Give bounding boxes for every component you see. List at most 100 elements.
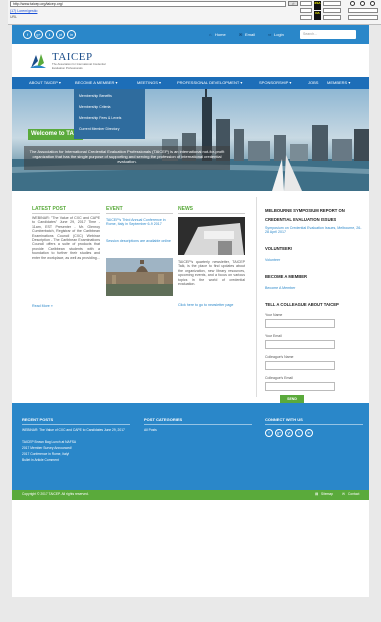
divider — [265, 424, 363, 425]
news-body: TAICEP's quarterly newsletter, TAICEP Ta… — [178, 260, 245, 287]
melbourne-report-heading: MELBOURNE SYMPOSIUM REPORT ON CREDENTIAL… — [265, 208, 345, 222]
become-member-link[interactable]: Become A Member — [265, 286, 295, 290]
event-link[interactable]: TAICEP's Third Annual Conference in Rome… — [106, 218, 173, 227]
skyline-image — [12, 89, 369, 191]
recent-post-1[interactable]: WEBINAR: The Value of CXC and CAPE to Ca… — [22, 427, 132, 433]
melbourne-report-link[interactable]: Symposium on Credential Evaluation Issue… — [265, 226, 363, 235]
status-tag: XSA — [314, 1, 321, 10]
settings-icon[interactable] — [350, 1, 355, 6]
contact-link[interactable]: Contact — [348, 492, 359, 496]
connect-heading: CONNECT WITH US — [265, 417, 303, 422]
twitter-icon[interactable]: t — [295, 429, 303, 437]
colleague-name-input[interactable] — [265, 361, 335, 370]
nav-about[interactable]: ABOUT TAICEP ▾ — [29, 77, 61, 89]
tell-colleague-heading: TELL A COLLEAGUE ABOUT TAICEP — [265, 302, 339, 307]
nav-become-member[interactable]: BECOME A MEMBER ▾ — [75, 77, 117, 89]
colleague-name-label: Colleague's Name — [265, 355, 294, 359]
linkedin-icon[interactable]: in — [67, 30, 76, 39]
go-button[interactable]: ⏎ — [288, 1, 298, 6]
small-field[interactable] — [300, 1, 312, 6]
your-name-label: Your Name — [265, 313, 283, 317]
nav-professional-development[interactable]: PROFESSIONAL DEVELOPMENT ▾ — [177, 77, 242, 89]
dropdown-membership-benefits[interactable]: Membership Benefits — [79, 94, 112, 98]
status-tag-2: DA — [314, 11, 321, 20]
nav-sponsorship[interactable]: SPONSORSHIP ▾ — [259, 77, 291, 89]
linkedin-icon[interactable]: in — [305, 429, 313, 437]
volunteer-heading: VOLUNTEER! — [265, 246, 293, 251]
facebook-icon[interactable]: f — [23, 30, 32, 39]
progress-field[interactable] — [348, 15, 378, 20]
twitter-icon[interactable]: t — [45, 30, 54, 39]
latest-post-body: WEBINAR: "The Value of CXC and CAPE to C… — [32, 216, 100, 260]
divider — [106, 213, 173, 214]
colleague-email-label: Colleague's Email — [265, 376, 293, 380]
column-divider — [256, 197, 257, 397]
home-icon: ⌂ — [209, 32, 212, 37]
dropdown-member-directory[interactable]: Current Member Directory — [79, 127, 119, 131]
logo-subtitle: The Association for International Creden… — [52, 62, 106, 70]
site-search-input[interactable]: Search... — [300, 30, 356, 39]
menu-icon[interactable] — [370, 1, 375, 6]
main-nav: ABOUT TAICEP ▾ BECOME A MEMBER ▾ MEETING… — [12, 77, 369, 89]
sitemap-link[interactable]: Sitemap — [321, 492, 333, 496]
nav-jobs[interactable]: JOBS — [308, 77, 318, 89]
login-link[interactable]: Login — [274, 32, 284, 37]
hero-description: The Association for International Creden… — [24, 146, 230, 170]
logo-icon[interactable] — [28, 51, 48, 71]
divider — [178, 213, 245, 214]
news-heading: NEWS — [178, 206, 193, 212]
footer: RECENT POSTS WEBINAR: The Value of CXC a… — [12, 403, 369, 490]
recent-posts-heading: RECENT POSTS — [22, 417, 54, 422]
sitemap-icon: ▤ — [315, 492, 319, 496]
category-all-posts[interactable]: All Posts — [144, 427, 157, 433]
email-icon: ✉ — [239, 32, 243, 37]
copyright-bar: Copyright © 2017 TAICEP. All rights rese… — [12, 490, 369, 500]
google-plus-icon[interactable]: g+ — [275, 429, 283, 437]
rome-photo — [106, 258, 173, 296]
small-field-2[interactable] — [300, 8, 312, 13]
zoom-field[interactable] — [323, 1, 341, 6]
website: f g+ t yt in ⌂ Home ✉ Email ⇨ Login Sear… — [12, 25, 369, 597]
dropdown-membership-fees[interactable]: Membership Fees & Levels — [79, 116, 121, 120]
email-link[interactable]: Email — [245, 32, 255, 37]
event-note[interactable]: Session descriptions are available onlin… — [106, 239, 173, 243]
become-member-heading: BECOME A MEMBER — [265, 274, 308, 279]
newsletter-photo — [178, 217, 245, 255]
bookmark-link[interactable]: (17) Lorem/gestio — [10, 9, 37, 13]
read-more-link[interactable]: Read More » — [32, 304, 53, 308]
your-name-input[interactable] — [265, 319, 335, 328]
hero-banner: Welcome to TAICEP The Association for In… — [12, 89, 369, 191]
dropdown-membership-criteria[interactable]: Membership Criteria — [79, 105, 111, 109]
divider — [32, 213, 100, 214]
post-categories-heading: POST CATEGORIES — [144, 417, 183, 422]
divider — [144, 424, 252, 425]
address-bar[interactable]: http://www.taicep.org/taicep.org/ — [10, 1, 286, 7]
youtube-icon[interactable]: yt — [285, 429, 293, 437]
youtube-icon[interactable]: yt — [56, 30, 65, 39]
nav-members[interactable]: MEMBERS ▾ — [327, 77, 350, 89]
search-bar[interactable] — [348, 8, 378, 13]
recent-post-5[interactable]: Bullet in Article Comment — [22, 457, 59, 463]
google-plus-icon[interactable]: g+ — [34, 30, 43, 39]
facebook-icon[interactable]: f — [265, 429, 273, 437]
event-heading: EVENT — [106, 206, 123, 212]
newsletter-link[interactable]: Click here to go to newsletter page — [178, 303, 245, 307]
become-member-dropdown: Membership Benefits Membership Criteria … — [74, 89, 145, 139]
your-email-input[interactable] — [265, 340, 335, 349]
page-field[interactable] — [323, 8, 341, 13]
top-bar: f g+ t yt in ⌂ Home ✉ Email ⇨ Login Sear… — [12, 25, 369, 44]
latest-post-heading: LATEST POST — [32, 206, 67, 212]
divider — [22, 424, 130, 425]
volunteer-link[interactable]: Volunteer — [265, 258, 280, 262]
contact-icon: ✉ — [342, 492, 345, 496]
nav-meetings[interactable]: MEETINGS ▾ — [137, 77, 161, 89]
page-field-2[interactable] — [323, 15, 341, 20]
refresh-icon[interactable] — [360, 1, 365, 6]
status-link: URL — [10, 15, 18, 19]
copyright-text: Copyright © 2017 TAICEP. All rights rese… — [22, 492, 89, 496]
small-field-3[interactable] — [300, 15, 312, 20]
home-link[interactable]: Home — [215, 32, 226, 37]
your-email-label: Your Email — [265, 334, 282, 338]
browser-chrome: http://www.taicep.org/taicep.org/ (17) L… — [8, 0, 381, 25]
colleague-email-input[interactable] — [265, 382, 335, 391]
